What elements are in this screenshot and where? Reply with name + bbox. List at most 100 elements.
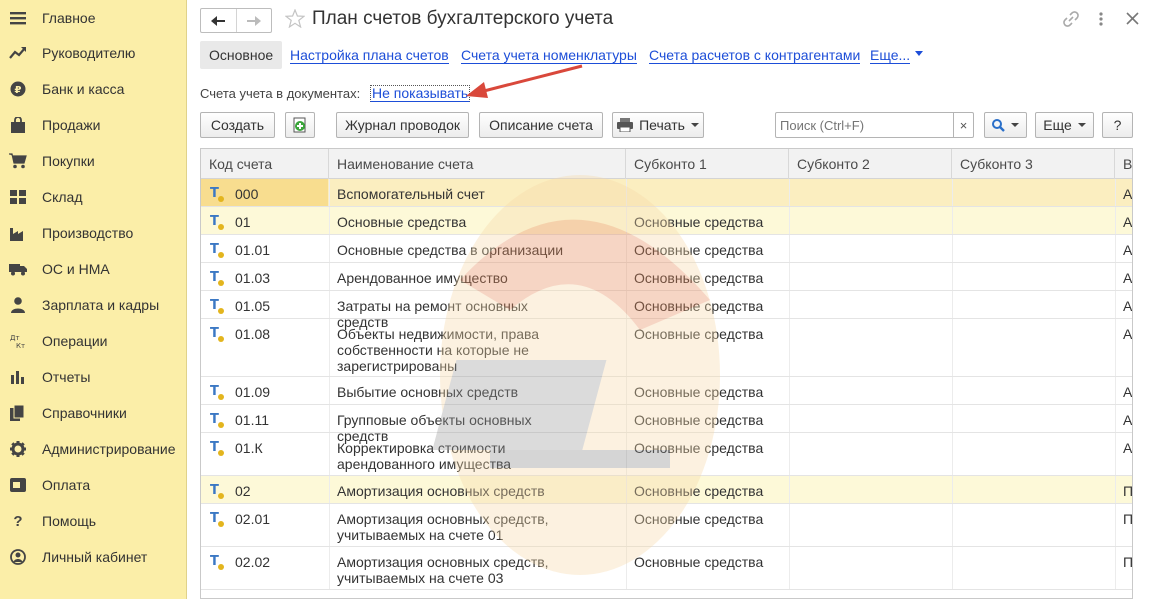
column-header-subconto-3[interactable]: Субконто 3 xyxy=(952,149,1115,179)
sidebar-item-label: Справочники xyxy=(42,405,127,421)
sidebar-item-directories[interactable]: Справочники xyxy=(0,395,187,431)
column-divider xyxy=(329,319,330,376)
link-icon[interactable] xyxy=(1062,10,1080,28)
tab-counterparty-accounts[interactable]: Счета расчетов с контрагентами xyxy=(649,47,861,64)
account-icon xyxy=(9,548,27,566)
column-header-subconto-1[interactable]: Субконто 1 xyxy=(626,149,789,179)
account-type-icon: T xyxy=(210,511,224,527)
column-divider xyxy=(626,291,627,318)
close-icon[interactable] xyxy=(1126,10,1140,28)
table-row[interactable]: T 02.02 Амортизация основных средств, учит… xyxy=(201,547,1132,590)
sidebar-item-payment[interactable]: Оплата xyxy=(0,467,187,503)
column-divider xyxy=(626,207,627,234)
cell-name: Арендованное имущество xyxy=(337,270,508,286)
cell-code: 02.02 xyxy=(235,554,271,570)
tab-more[interactable]: Еще... xyxy=(870,47,911,64)
ruble-icon: ₽ xyxy=(9,80,27,98)
column-header-code[interactable]: Код счета xyxy=(201,149,329,179)
column-divider xyxy=(1115,179,1116,206)
search-options-button[interactable] xyxy=(984,112,1027,138)
accounts-in-docs-link[interactable]: Не показывать xyxy=(370,85,471,102)
sidebar-item-main[interactable]: Главное xyxy=(0,0,187,36)
bar-chart-icon xyxy=(9,368,27,386)
cell-subconto-1: Основные средства xyxy=(634,483,764,499)
more-vertical-icon[interactable] xyxy=(1098,10,1104,28)
chevron-down-icon[interactable] xyxy=(915,51,923,56)
column-divider xyxy=(1115,476,1116,503)
sidebar-item-warehouse[interactable]: Склад xyxy=(0,179,187,215)
cell-code: 01.05 xyxy=(235,298,271,314)
svg-text:T: T xyxy=(210,483,219,498)
account-type-icon: T xyxy=(210,412,224,428)
sidebar-item-sales[interactable]: Продажи xyxy=(0,107,187,143)
truck-icon xyxy=(9,260,27,278)
table-row[interactable]: T 01.05 Затраты на ремонт основных средств… xyxy=(201,291,1132,330)
svg-text:Дт: Дт xyxy=(10,334,20,342)
column-divider xyxy=(952,504,953,546)
create-button[interactable]: Создать xyxy=(200,112,275,138)
table-row[interactable]: T 01.08 Объекты недвижимости, права собств… xyxy=(201,319,1132,377)
svg-text:T: T xyxy=(210,511,219,526)
column-divider xyxy=(952,433,953,475)
cell-name: Амортизация основных средств, учитываемы… xyxy=(337,511,549,543)
create-copy-button[interactable] xyxy=(285,112,315,138)
sidebar-item-salary[interactable]: Зарплата и кадры xyxy=(0,287,187,323)
table-row[interactable]: T 01.03 Арендованное имущество Основные сре… xyxy=(201,263,1132,291)
table-row[interactable]: T 01.К Корректировка стоимости арендованно… xyxy=(201,433,1132,476)
help-button[interactable]: ? xyxy=(1102,112,1133,138)
cell-type: А xyxy=(1123,214,1133,230)
column-divider xyxy=(789,263,790,290)
sidebar-item-label: Главное xyxy=(42,10,96,26)
column-divider xyxy=(952,405,953,432)
journal-button[interactable]: Журнал проводок xyxy=(336,112,469,138)
forward-button[interactable] xyxy=(235,9,271,32)
sidebar-item-director[interactable]: Руководителю xyxy=(0,35,187,71)
sidebar-item-operations[interactable]: Дт Кт Операции xyxy=(0,323,187,359)
cell-subconto-1: Основные средства xyxy=(634,214,764,230)
column-header-type[interactable]: В xyxy=(1115,149,1132,179)
bag-icon xyxy=(9,116,27,134)
sidebar-item-label: Продажи xyxy=(42,117,101,133)
cell-name: Основные средства xyxy=(337,214,467,230)
sidebar-item-label: Отчеты xyxy=(42,369,91,385)
cell-type: А xyxy=(1123,186,1133,202)
cell-subconto-1: Основные средства xyxy=(634,511,764,527)
column-header-name[interactable]: Наименование счета xyxy=(329,149,626,179)
column-divider xyxy=(1115,433,1116,475)
more-label: Еще xyxy=(1043,117,1072,133)
column-divider xyxy=(789,377,790,404)
clear-search-button[interactable]: × xyxy=(953,112,974,138)
table-row[interactable]: T 01.11 Групповые объекты основных средств… xyxy=(201,405,1132,444)
cell-subconto-1: Основные средства xyxy=(634,270,764,286)
favorite-star-icon[interactable] xyxy=(285,9,305,28)
print-button[interactable]: Печать xyxy=(612,112,704,138)
account-type-icon: T xyxy=(210,214,224,230)
sidebar-item-purchases[interactable]: Покупки xyxy=(0,143,187,179)
back-button[interactable] xyxy=(201,9,236,32)
table-row[interactable]: T 02.01 Амортизация основных средств, учит… xyxy=(201,504,1133,547)
cell-code: 01.09 xyxy=(235,384,271,400)
sidebar-item-administration[interactable]: Администрирование xyxy=(0,431,187,467)
sidebar-item-production[interactable]: Производство xyxy=(0,215,187,251)
table-row[interactable]: T 01.09 Выбытие основных средств Основные с… xyxy=(201,377,1132,405)
search-input[interactable] xyxy=(775,112,954,138)
sidebar-item-fixed-assets[interactable]: ОС и НМА xyxy=(0,251,187,287)
column-divider xyxy=(789,291,790,318)
cell-type: П xyxy=(1123,511,1133,527)
account-type-icon: T xyxy=(210,554,224,570)
column-divider xyxy=(952,377,953,404)
column-header-subconto-2[interactable]: Субконто 2 xyxy=(789,149,952,179)
sidebar-item-help[interactable]: ? Помощь xyxy=(0,503,187,539)
table-row[interactable]: T 000 Вспомогательный счет А xyxy=(201,179,1133,207)
table-row[interactable]: T 02 Амортизация основных средств Основные … xyxy=(201,476,1132,504)
account-description-button[interactable]: Описание счета xyxy=(479,112,603,138)
tab-main[interactable]: Основное xyxy=(200,41,283,69)
table-row[interactable]: T 01.01 Основные средства в организации Осн… xyxy=(201,235,1132,263)
table-row[interactable]: T 01 Основные средства Основные средства А xyxy=(201,207,1133,235)
sidebar-item-bank[interactable]: ₽ Банк и касса xyxy=(0,71,187,107)
tab-account-plan-settings[interactable]: Настройка плана счетов xyxy=(290,47,449,64)
sidebar-item-reports[interactable]: Отчеты xyxy=(0,359,187,395)
sidebar-item-cabinet[interactable]: Личный кабинет xyxy=(0,539,187,575)
account-type-icon: T xyxy=(210,242,224,258)
more-button[interactable]: Еще xyxy=(1035,112,1094,138)
